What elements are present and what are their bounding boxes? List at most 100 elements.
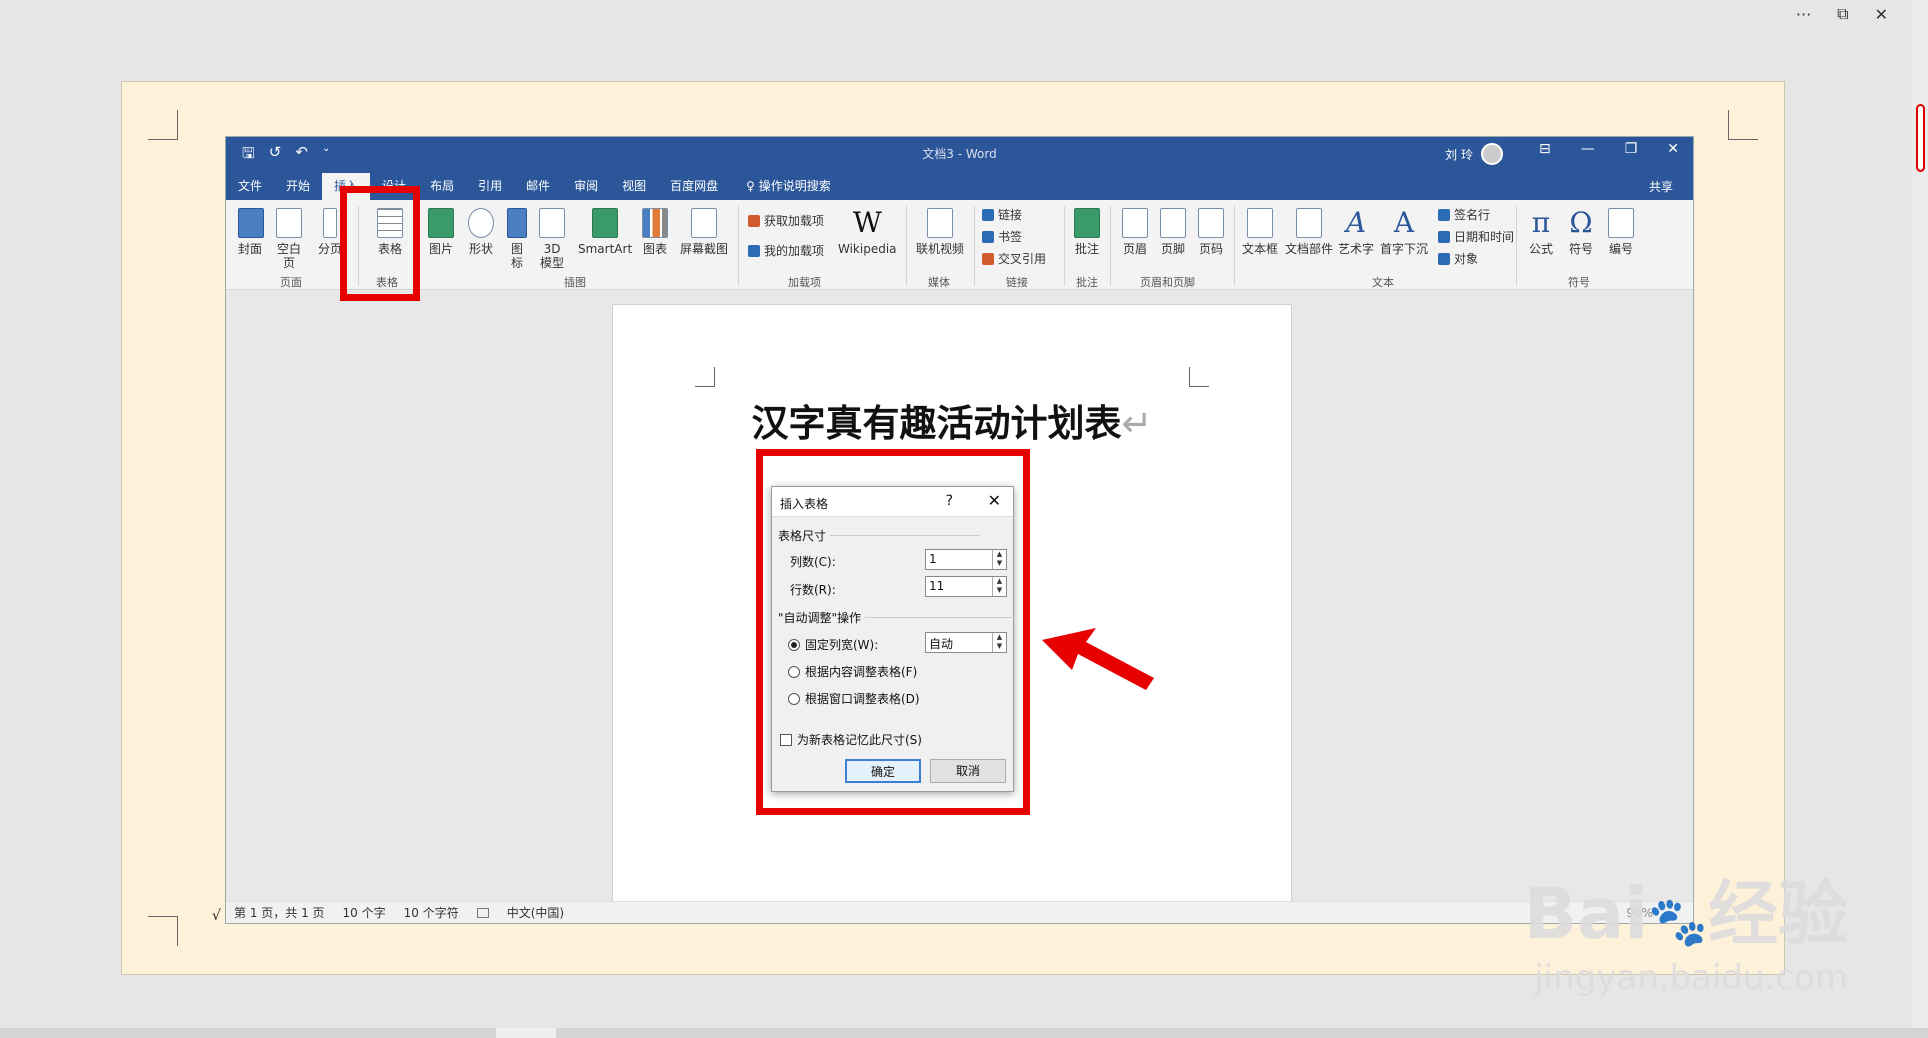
- group-illustrations-label: 插图: [564, 276, 586, 289]
- quick-parts-button[interactable]: 文档部件: [1284, 208, 1334, 256]
- status-bar: 第 1 页，共 1 页 10 个字 10 个字符 中文(中国) 90%: [226, 901, 1693, 923]
- ribbon-display-icon[interactable]: ⊟: [1539, 141, 1551, 157]
- tell-me-search[interactable]: ♀ 操作说明搜索: [746, 173, 831, 200]
- group-media-label: 媒体: [928, 276, 950, 289]
- tab-layout[interactable]: 布局: [418, 173, 466, 200]
- section-autofit: "自动调整"操作: [778, 611, 1016, 625]
- get-addins-button[interactable]: 获取加载项: [748, 212, 824, 229]
- store-icon: [748, 214, 760, 227]
- video-icon: [927, 208, 953, 238]
- blank-page-label: 空白页: [276, 242, 301, 270]
- rows-input[interactable]: 11 ▲ ▼: [925, 576, 1007, 597]
- calendar-icon: [1438, 230, 1450, 243]
- watermark-brand: Bai: [1523, 873, 1649, 955]
- scrollbar-thumb[interactable]: [1916, 104, 1925, 172]
- tab-baidu-pan[interactable]: 百度网盘: [658, 173, 730, 200]
- pointer-arrow: [1042, 628, 1154, 690]
- equation-button[interactable]: π 公式: [1524, 208, 1558, 257]
- header-button[interactable]: 页眉: [1122, 208, 1148, 256]
- user-account[interactable]: 刘 玲: [1445, 143, 1503, 165]
- ok-button[interactable]: 确定: [845, 759, 921, 783]
- my-addins-button[interactable]: 我的加载项: [748, 242, 824, 259]
- document-heading[interactable]: 汉字真有趣活动计划表↵: [613, 393, 1291, 447]
- char-count[interactable]: 10 个字符: [404, 904, 459, 921]
- baidu-watermark: Bai🐾经验 jingyan.baidu.com: [1523, 873, 1848, 998]
- page-number-button[interactable]: 页码: [1198, 208, 1224, 256]
- cube-icon: [539, 208, 565, 238]
- crop-mark: [1728, 110, 1758, 140]
- cover-page-button[interactable]: 封面: [238, 208, 264, 256]
- more-options-icon[interactable]: ···: [1796, 5, 1811, 24]
- tab-home[interactable]: 开始: [274, 173, 322, 200]
- signature-line-button[interactable]: 签名行: [1438, 206, 1490, 223]
- icons-label: 图标: [510, 242, 523, 270]
- proofing-icon[interactable]: [476, 907, 489, 918]
- page-break-button[interactable]: 分页: [318, 208, 342, 256]
- avatar[interactable]: [1481, 143, 1503, 165]
- online-video-button[interactable]: 联机视频: [914, 208, 966, 256]
- screenshot-button[interactable]: 屏幕截图: [678, 208, 730, 256]
- language[interactable]: 中文(中国): [507, 904, 564, 921]
- link-button[interactable]: 链接: [982, 206, 1022, 223]
- blank-page-button[interactable]: 空白页: [272, 208, 306, 270]
- comment-button[interactable]: 批注: [1072, 208, 1102, 256]
- date-time-button[interactable]: 日期和时间: [1438, 228, 1514, 245]
- columns-spinner[interactable]: ▲ ▼: [992, 550, 1006, 569]
- horizontal-scrollbar-thumb[interactable]: [496, 1028, 556, 1038]
- number-button[interactable]: 编号: [1604, 208, 1638, 256]
- word-count[interactable]: 10 个字: [343, 904, 386, 921]
- restore-icon[interactable]: ⧉: [1837, 4, 1848, 24]
- tab-references[interactable]: 引用: [466, 173, 514, 200]
- minimize-icon[interactable]: —: [1581, 141, 1595, 157]
- bookmark-button[interactable]: 书签: [982, 228, 1022, 245]
- tab-file[interactable]: 文件: [226, 173, 274, 200]
- tab-mailings[interactable]: 邮件: [514, 173, 562, 200]
- equation-label: 公式: [1528, 242, 1553, 256]
- 3d-models-button[interactable]: 3D 模型: [536, 208, 568, 270]
- tab-review[interactable]: 审阅: [562, 173, 610, 200]
- horizontal-scrollbar[interactable]: [0, 1028, 1928, 1038]
- cross-reference-button[interactable]: 交叉引用: [982, 250, 1046, 267]
- shapes-button[interactable]: 形状: [466, 208, 496, 256]
- chart-button[interactable]: 图表: [642, 208, 668, 256]
- icons-button[interactable]: 图标: [506, 208, 528, 270]
- footer-button[interactable]: 页脚: [1160, 208, 1186, 256]
- close-icon[interactable]: ✕: [988, 491, 1001, 510]
- cover-page-icon: [238, 208, 264, 238]
- smartart-label: SmartArt: [578, 242, 633, 256]
- heading-text: 汉字真有趣活动计划表: [751, 402, 1122, 445]
- dropcap-button[interactable]: A 首字下沉: [1378, 208, 1430, 257]
- fixed-width-radio[interactable]: 固定列宽(W):: [788, 636, 878, 653]
- vertical-scrollbar[interactable]: [1912, 0, 1928, 1038]
- autofit-contents-radio[interactable]: 根据内容调整表格(F): [788, 663, 917, 680]
- wikipedia-button[interactable]: W Wikipedia: [838, 208, 897, 257]
- object-button[interactable]: 对象: [1438, 250, 1478, 267]
- wordart-button[interactable]: A 艺术字: [1336, 208, 1376, 257]
- rows-value: 11: [929, 579, 945, 593]
- fixed-width-input[interactable]: 自动 ▲ ▼: [925, 632, 1007, 653]
- bookmark-label: 书签: [998, 230, 1023, 244]
- fixed-width-spinner[interactable]: ▲ ▼: [992, 633, 1006, 652]
- number-label: 编号: [1608, 242, 1633, 256]
- autofit-window-radio[interactable]: 根据窗口调整表格(D): [788, 690, 920, 707]
- cancel-button[interactable]: 取消: [930, 759, 1006, 783]
- help-icon[interactable]: ?: [946, 493, 953, 509]
- maximize-icon[interactable]: ❐: [1625, 141, 1638, 157]
- pictures-button[interactable]: 图片: [426, 208, 456, 256]
- share-button[interactable]: 共享: [1649, 178, 1673, 195]
- close-icon[interactable]: ✕: [1667, 141, 1679, 157]
- symbol-button[interactable]: Ω 符号: [1564, 208, 1598, 257]
- rows-spinner[interactable]: ▲ ▼: [992, 577, 1006, 596]
- columns-input[interactable]: 1 ▲ ▼: [925, 549, 1007, 570]
- wordart-label: 艺术字: [1337, 242, 1374, 256]
- smartart-button[interactable]: SmartArt: [578, 208, 632, 256]
- close-icon[interactable]: ✕: [1875, 5, 1888, 24]
- online-video-label: 联机视频: [915, 242, 964, 256]
- textbox-button[interactable]: 文本框: [1240, 208, 1280, 256]
- bookmark-icon: [982, 230, 994, 243]
- outer-window-controls: ··· ⧉ ✕: [1796, 0, 1928, 28]
- get-addins-label: 获取加载项: [764, 214, 825, 228]
- remember-size-checkbox[interactable]: 为新表格记忆此尺寸(S): [780, 731, 922, 748]
- tab-view[interactable]: 视图: [610, 173, 658, 200]
- page-count[interactable]: 第 1 页，共 1 页: [234, 904, 325, 921]
